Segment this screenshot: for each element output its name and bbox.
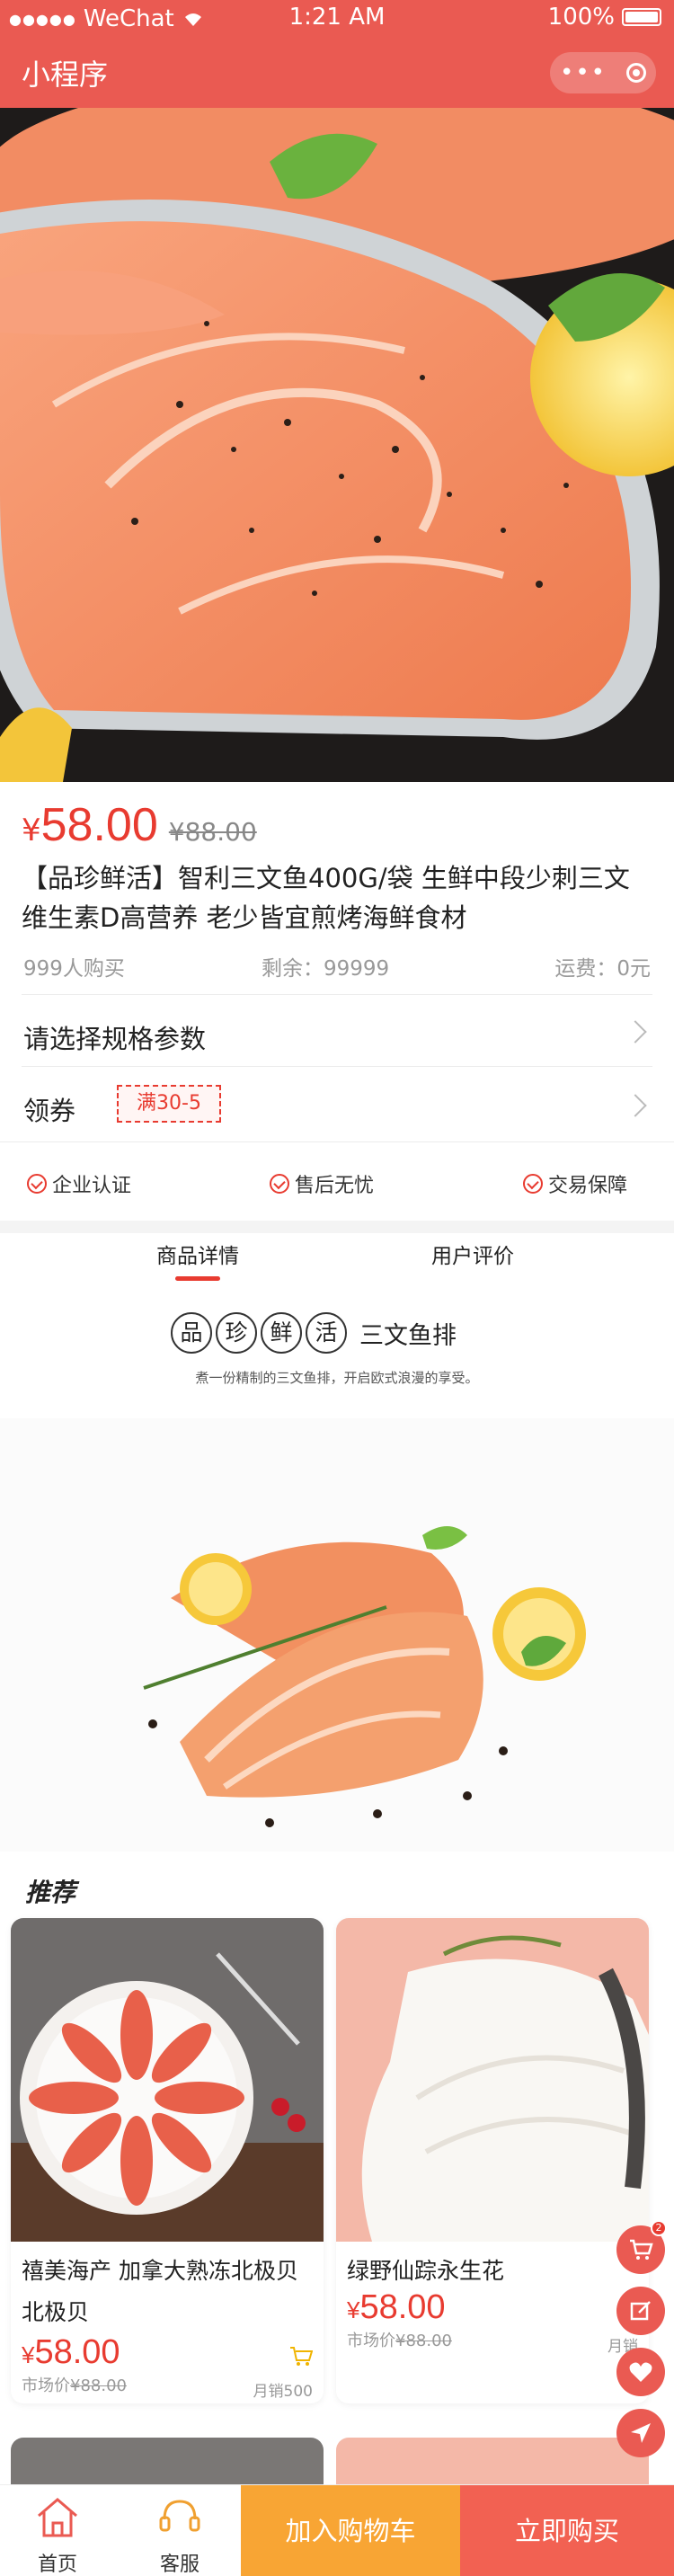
fish-steak-image xyxy=(336,1918,649,2242)
bottom-action-bar: 首页 客服 加入购物车 立即购买 xyxy=(0,2484,674,2576)
product-title: 【品珍鲜活】智利三文鱼400G/袋 生鲜中段少刺三文维生素D高营养 老少皆宜煎烤… xyxy=(22,863,630,933)
market-label: 市场价 xyxy=(22,2376,70,2395)
headset-icon xyxy=(159,2500,200,2532)
cart-icon xyxy=(630,2239,653,2260)
product-price: ¥58.00 xyxy=(22,2333,120,2372)
monthly-sales: 月销500 xyxy=(253,2383,313,2401)
chevron-right-icon xyxy=(624,1094,647,1117)
original-price: ¥88.00 xyxy=(168,817,257,847)
favorite-float-button[interactable] xyxy=(616,2348,665,2396)
page-title: 小程序 xyxy=(22,58,109,92)
currency-symbol: ¥ xyxy=(22,813,41,848)
price-row: ¥58.00 ¥88.00 xyxy=(22,798,257,852)
guarantee-item: 企业认证 xyxy=(27,1169,131,1198)
market-price-value: ¥88.00 xyxy=(70,2376,127,2395)
coupon-tag[interactable]: 满30-5 xyxy=(117,1085,221,1123)
brand-heading: 品 珍 鲜 活 三文鱼排 xyxy=(171,1312,457,1354)
shipping-fee: 运费：0元 xyxy=(554,957,651,981)
battery-percent: 100% xyxy=(547,4,615,31)
capsule-menu[interactable]: ••• xyxy=(550,52,656,93)
coupon-label: 领券 xyxy=(23,1096,76,1126)
home-label: 首页 xyxy=(37,2554,77,2576)
brand-product-name: 三文鱼排 xyxy=(359,1321,457,1350)
location-float-button[interactable] xyxy=(616,2409,665,2457)
brand-char: 珍 xyxy=(216,1312,257,1354)
currency-symbol: ¥ xyxy=(347,2296,360,2323)
buy-now-button[interactable]: 立即购买 xyxy=(460,2485,674,2576)
cart-count-badge: 2 xyxy=(651,2220,667,2236)
section-divider xyxy=(0,1221,674,1233)
recommend-card[interactable]: 绿野仙踪永生花 ¥58.00 市场价¥88.00 月销 xyxy=(336,1918,649,2403)
detail-salmon-image xyxy=(0,1418,674,1852)
recommend-card[interactable]: 禧美海产 加拿大熟冻北极贝北极贝 ¥58.00 市场价¥88.00 月销500 xyxy=(11,1918,324,2403)
guarantee-label: 企业认证 xyxy=(52,1175,132,1197)
product-name: 禧美海产 加拿大熟冻北极贝北极贝 xyxy=(22,2258,298,2325)
spec-selector-row[interactable]: 请选择规格参数 xyxy=(22,994,652,1066)
customer-service-button[interactable]: 客服 xyxy=(126,2485,234,2576)
add-to-cart-button[interactable]: 加入购物车 xyxy=(241,2485,460,2576)
market-label: 市场价 xyxy=(347,2332,395,2350)
currency-symbol: ¥ xyxy=(22,2341,35,2368)
recommend-title: 推荐 xyxy=(25,1878,76,1907)
coupon-row[interactable]: 领券 满30-5 xyxy=(22,1066,652,1141)
check-circle-icon xyxy=(270,1174,289,1194)
chevron-right-icon xyxy=(624,1020,647,1044)
product-thumbnail xyxy=(11,1918,324,2242)
guarantee-label: 交易保障 xyxy=(548,1175,628,1197)
current-price: 58.00 xyxy=(40,799,158,851)
scallop-plate-image xyxy=(11,1918,324,2242)
check-circle-icon xyxy=(523,1174,543,1194)
sold-count: 999人购买 xyxy=(23,957,125,981)
product-name: 绿野仙踪永生花 xyxy=(347,2258,505,2284)
spec-selector-label: 请选择规格参数 xyxy=(23,1024,207,1054)
cart-icon[interactable] xyxy=(289,2346,314,2373)
product-thumbnail xyxy=(336,1918,649,2242)
guarantee-item: 交易保障 xyxy=(523,1169,627,1198)
brand-char: 品 xyxy=(171,1312,212,1354)
price-value: 58.00 xyxy=(359,2288,446,2326)
more-icon[interactable]: ••• xyxy=(560,59,607,86)
product-price: ¥58.00 xyxy=(347,2288,446,2327)
price-value: 58.00 xyxy=(34,2333,120,2371)
salmon-steak-image xyxy=(0,108,674,782)
market-price: 市场价¥88.00 xyxy=(22,2373,127,2396)
detail-tabs: 商品详情 用户评价 xyxy=(0,1233,674,1285)
edit-float-button[interactable] xyxy=(616,2287,665,2335)
status-bar: ●●●●● WeChat 1:21 AM 100% xyxy=(0,0,674,36)
home-button[interactable]: 首页 xyxy=(4,2485,111,2576)
tab-user-reviews[interactable]: 用户评价 xyxy=(383,1239,563,1269)
guarantee-bar: 企业认证 售后无忧 交易保障 xyxy=(0,1141,674,1221)
salmon-plate-image xyxy=(0,1418,674,1852)
market-price-value: ¥88.00 xyxy=(395,2332,452,2350)
guarantee-item: 售后无忧 xyxy=(270,1169,374,1198)
product-hero-image[interactable] xyxy=(0,108,674,782)
tab-product-details[interactable]: 商品详情 xyxy=(108,1239,288,1281)
close-miniprogram-icon[interactable] xyxy=(625,63,646,83)
brand-char: 鲜 xyxy=(261,1312,302,1354)
check-circle-icon xyxy=(27,1174,47,1194)
heart-icon xyxy=(629,2362,652,2382)
market-price: 市场价¥88.00 xyxy=(347,2328,452,2351)
top-bar: ●●●●● WeChat 1:21 AM 100% 小程序 ••• xyxy=(0,0,674,108)
brand-char: 活 xyxy=(306,1312,347,1354)
guarantee-label: 售后无忧 xyxy=(295,1175,375,1197)
edit-icon xyxy=(630,2301,651,2321)
stock-count: 剩余：99999 xyxy=(262,957,390,981)
battery-icon xyxy=(622,8,661,26)
home-icon xyxy=(38,2498,77,2537)
service-label: 客服 xyxy=(159,2554,200,2576)
brand-subtitle: 煮一份精制的三文鱼排，开启欧式浪漫的享受。 xyxy=(195,1370,479,1386)
navigation-arrow-icon xyxy=(631,2423,651,2443)
